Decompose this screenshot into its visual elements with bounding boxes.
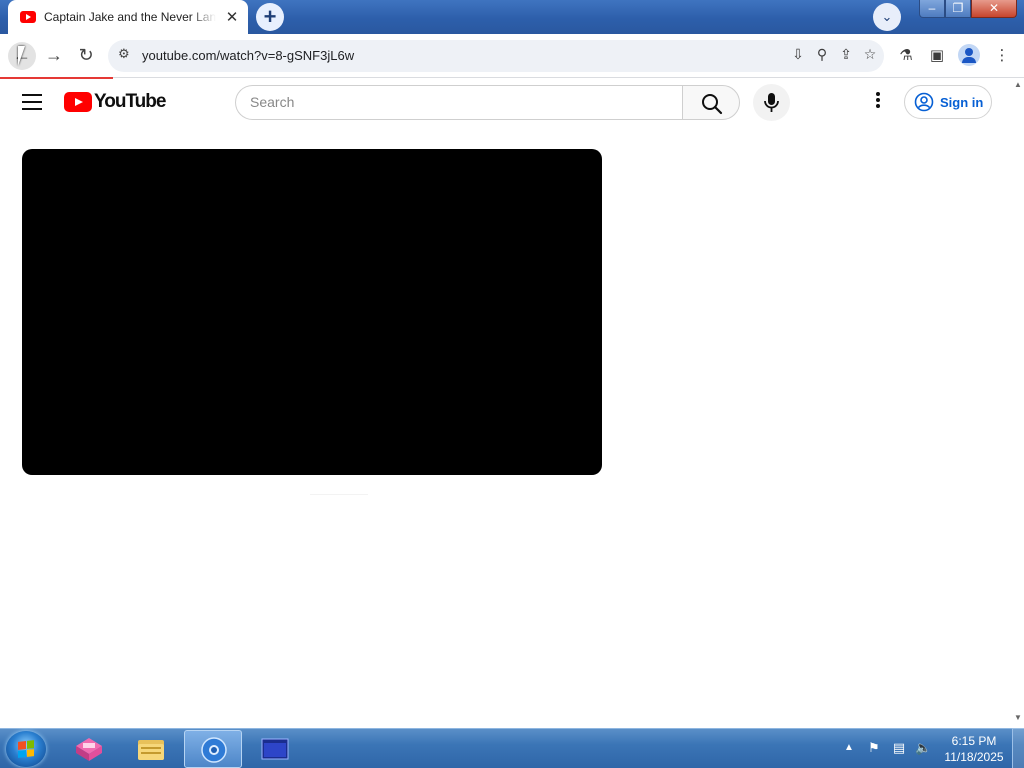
address-bar[interactable]: ⚙ youtube.com/watch?v=8-gSNF3jL6w ⇩ ⚲ ⇪ … (108, 40, 884, 72)
youtube-logo-text: YouTube (94, 91, 166, 112)
taskbar-app-chrome[interactable] (184, 730, 242, 768)
start-button[interactable] (6, 731, 46, 767)
content-placeholder-line (310, 494, 368, 495)
action-center-flag-icon[interactable]: ⚑ (866, 740, 882, 756)
new-tab-button[interactable]: + (256, 3, 284, 31)
sign-in-label: Sign in (940, 94, 984, 110)
youtube-favicon-icon (20, 11, 36, 23)
toolbar-divider (113, 77, 1024, 78)
search-button[interactable] (682, 85, 740, 120)
window-minimize-button[interactable]: – (919, 0, 945, 18)
blue-window-icon (261, 738, 289, 760)
taskbar-app-network[interactable] (60, 730, 118, 768)
folder-icon (138, 740, 164, 760)
browser-toolbar: ← → ↻ ⚙ youtube.com/watch?v=8-gSNF3jL6w … (0, 34, 1024, 77)
window-maximize-button[interactable]: ❐ (945, 0, 971, 18)
pink-cube-app-icon (76, 738, 102, 761)
tray-expand-icon[interactable]: ▲ (844, 742, 854, 753)
windows-logo-icon (18, 740, 34, 758)
bookmark-star-icon[interactable]: ☆ (860, 46, 880, 63)
share-icon[interactable]: ⇪ (836, 46, 856, 63)
reload-button[interactable]: ↻ (72, 42, 100, 70)
voice-search-button[interactable] (753, 84, 790, 121)
browser-globe-icon (201, 737, 227, 763)
search-icon (702, 94, 723, 115)
address-url[interactable]: youtube.com/watch?v=8-gSNF3jL6w (142, 48, 354, 63)
taskbar-app-file-explorer[interactable] (122, 730, 180, 768)
tab-close-icon[interactable]: ✕ (224, 8, 240, 26)
window-close-button[interactable]: ✕ (971, 0, 1017, 18)
taskbar-app-window[interactable] (246, 730, 304, 768)
install-app-icon[interactable]: ⇩ (788, 46, 808, 63)
search-input[interactable] (250, 94, 650, 110)
network-icon[interactable]: ▤ (891, 740, 907, 756)
side-panel-icon[interactable]: ▣ (926, 46, 948, 64)
tab-title: Captain Jake and the Never Land Pirates (44, 10, 216, 24)
video-player[interactable] (22, 149, 602, 475)
sign-in-button[interactable]: Sign in (904, 85, 992, 119)
browser-menu-icon[interactable]: ⋮ (991, 46, 1013, 64)
labs-flask-icon[interactable]: ⚗ (895, 46, 917, 64)
youtube-masthead: YouTube Sign in (0, 79, 1012, 125)
browser-tab-youtube[interactable]: Captain Jake and the Never Land Pirates … (8, 0, 248, 34)
guide-menu-icon[interactable] (22, 94, 42, 110)
site-info-icon[interactable]: ⚙ (118, 46, 130, 62)
taskbar-clock[interactable]: 6:15 PM 11/18/2025 (940, 733, 1008, 765)
youtube-play-logo-icon (64, 92, 92, 112)
browser-tab-strip: Captain Jake and the Never Land Pirates … (0, 0, 1024, 34)
settings-more-icon[interactable] (868, 92, 888, 112)
search-box[interactable] (235, 85, 683, 120)
zoom-icon[interactable]: ⚲ (812, 46, 832, 63)
profile-avatar-icon[interactable] (958, 44, 980, 66)
scrollbar-up-arrow-icon[interactable]: ▲ (1012, 80, 1024, 92)
clock-date: 11/18/2025 (944, 750, 1004, 764)
tab-search-button[interactable]: ⌄ (873, 3, 901, 31)
clock-time: 6:15 PM (951, 734, 997, 748)
microphone-icon (764, 93, 779, 112)
show-desktop-button[interactable] (1012, 728, 1024, 768)
youtube-logo[interactable]: YouTube (64, 91, 166, 113)
account-circle-icon (914, 92, 934, 112)
scrollbar-down-arrow-icon[interactable]: ▼ (1012, 713, 1024, 725)
forward-button[interactable]: → (40, 42, 68, 70)
volume-muted-icon[interactable]: 🔈 (915, 740, 931, 756)
mouse-cursor-icon (18, 46, 32, 66)
